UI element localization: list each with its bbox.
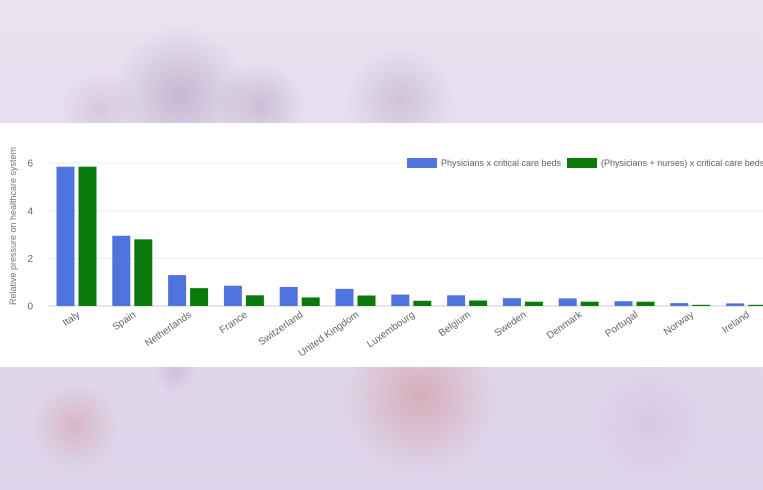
virus-blob <box>590 360 710 480</box>
x-tick-label: Luxembourg <box>365 309 417 350</box>
bar-physicians[interactable] <box>558 298 577 306</box>
bar-physicians[interactable] <box>670 303 689 306</box>
legend-label-physicians-nurses[interactable]: (Physicians + nurses) x critical care be… <box>601 158 763 168</box>
bar-physicians-nurses[interactable] <box>190 288 209 306</box>
legend-label-physicians[interactable]: Physicians x critical care beds <box>441 158 562 168</box>
x-tick-label: France <box>218 309 250 336</box>
legend-swatch-physicians-nurses[interactable] <box>567 158 597 168</box>
bar-physicians-nurses[interactable] <box>78 166 97 306</box>
bars <box>56 166 763 306</box>
bar-physicians-nurses[interactable] <box>413 300 432 306</box>
chart-panel: 0 2 4 6 Relative pressure on healthcare sys… <box>0 123 763 367</box>
bar-physicians-nurses[interactable] <box>580 301 599 306</box>
bar-physicians-nurses[interactable] <box>692 304 711 306</box>
bar-physicians-nurses[interactable] <box>524 301 543 306</box>
bar-physicians[interactable] <box>56 166 75 306</box>
y-tick-label: 0 <box>27 302 33 313</box>
x-tick-label: Belgium <box>437 309 473 339</box>
x-tick-label: Portugal <box>603 309 640 339</box>
bar-physicians[interactable] <box>726 303 745 306</box>
bar-physicians-nurses[interactable] <box>636 301 655 306</box>
bar-physicians-nurses[interactable] <box>748 304 763 306</box>
x-axis-ticks: Italy Spain Netherlands France SwitzerlandUn… <box>61 309 752 359</box>
bar-physicians-nurses[interactable] <box>134 239 153 306</box>
page: 0 2 4 6 Relative pressure on healthcare sys… <box>0 0 763 490</box>
x-tick-label: Spain <box>111 309 138 333</box>
y-tick-label: 2 <box>27 254 33 265</box>
bar-physicians[interactable] <box>391 294 410 306</box>
x-tick-label: Sweden <box>493 309 529 339</box>
bar-physicians-nurses[interactable] <box>245 295 264 306</box>
y-tick-label: 6 <box>27 159 33 170</box>
bar-chart: 0 2 4 6 Relative pressure on healthcare sys… <box>8 147 763 359</box>
legend: Physicians x critical care beds (Physici… <box>407 158 763 168</box>
bar-physicians[interactable] <box>502 298 521 306</box>
virus-blob <box>30 380 120 470</box>
x-tick-label: Italy <box>61 309 82 329</box>
bar-physicians-nurses[interactable] <box>357 295 376 306</box>
bar-physicians[interactable] <box>223 285 242 306</box>
gridlines <box>48 162 763 307</box>
x-tick-label: Netherlands <box>143 309 193 349</box>
x-tick-label: Denmark <box>545 309 585 342</box>
x-tick-label: Switzerland <box>257 309 306 348</box>
legend-swatch-physicians[interactable] <box>407 158 437 168</box>
bar-physicians-nurses[interactable] <box>469 300 488 306</box>
x-tick-label: United Kingdom <box>297 309 362 359</box>
y-axis-ticks: 0 2 4 6 <box>27 159 33 313</box>
x-tick-label: Ireland <box>720 309 751 336</box>
bar-physicians[interactable] <box>614 301 633 306</box>
y-axis-label: Relative pressure on healthcare system <box>8 147 18 305</box>
bar-physicians-nurses[interactable] <box>301 297 320 306</box>
bar-physicians[interactable] <box>279 286 298 306</box>
bar-physicians[interactable] <box>447 295 466 306</box>
bar-physicians[interactable] <box>112 235 131 306</box>
bar-physicians[interactable] <box>168 275 187 306</box>
y-tick-label: 4 <box>27 206 33 217</box>
bar-physicians[interactable] <box>335 288 354 306</box>
x-tick-label: Norway <box>662 309 696 337</box>
